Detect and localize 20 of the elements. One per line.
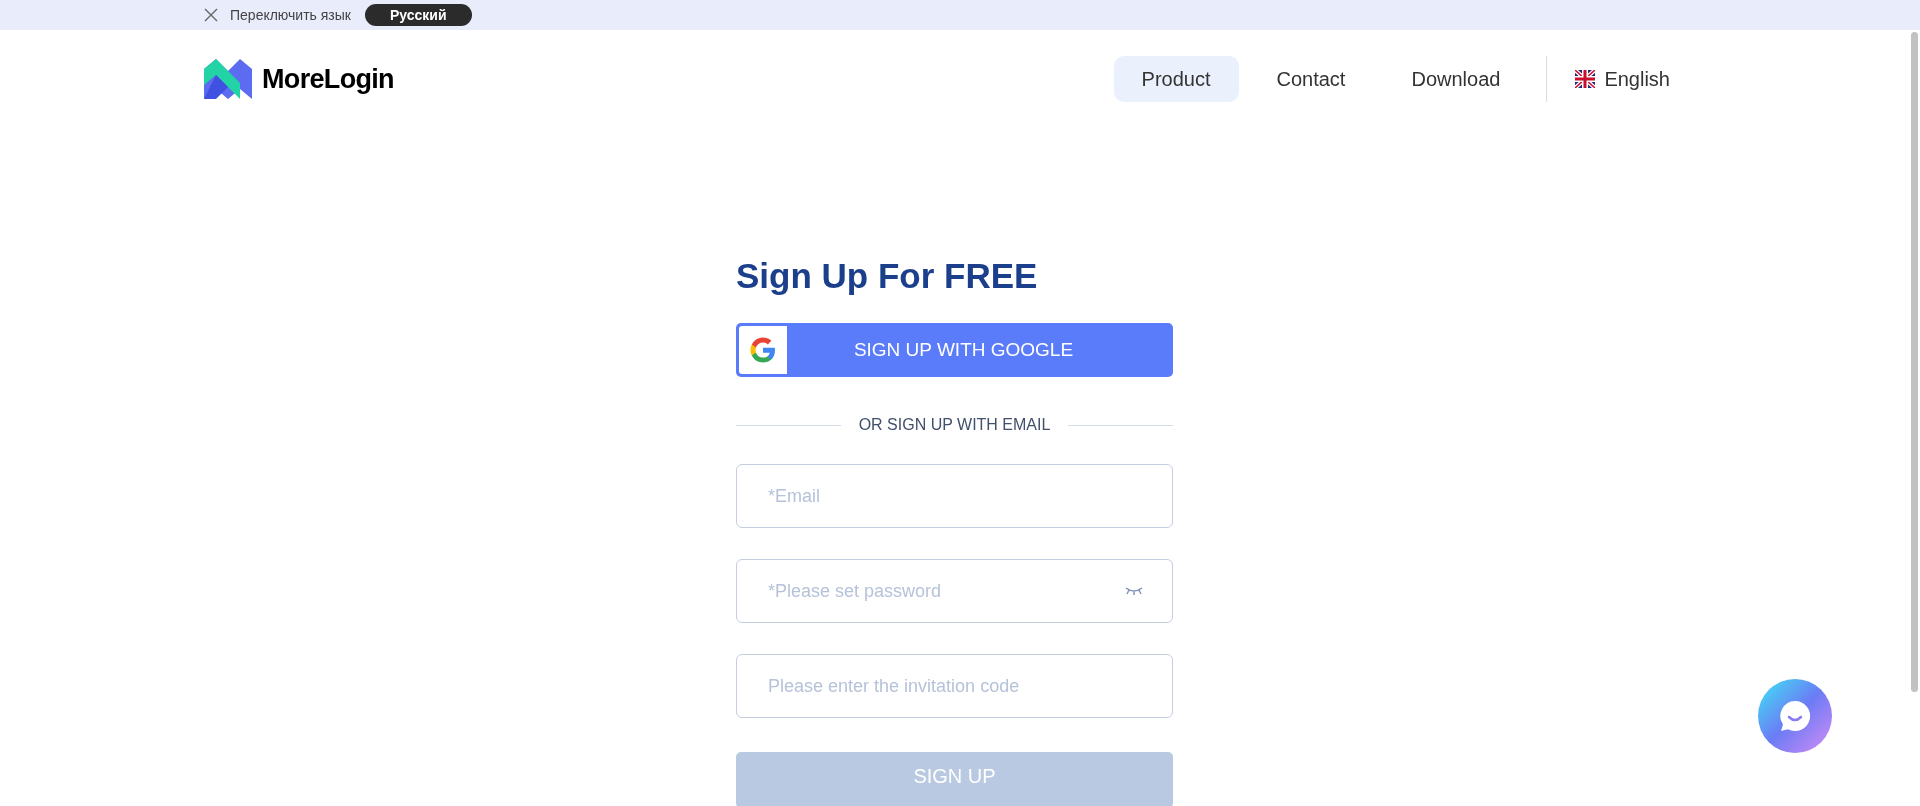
input-field[interactable]: Please enter the invitation code (736, 654, 1173, 718)
page-title: Sign Up For FREE (736, 258, 1039, 293)
language-prompt: Переключить язык (230, 5, 351, 25)
language-button[interactable]: Русский (364, 4, 472, 26)
eye-closed-icon[interactable] (1125, 586, 1143, 596)
divider-label: OR SIGN UP WITH EMAIL (858, 415, 1051, 435)
google-icon (748, 335, 778, 365)
logo-icon (204, 59, 252, 99)
nav-link[interactable]: Product (1113, 56, 1239, 102)
flag-icon (1575, 70, 1596, 88)
scrollbar-thumb[interactable] (1911, 32, 1918, 692)
password-field[interactable]: *Please set password (736, 559, 1173, 623)
input-field[interactable]: *Email (736, 464, 1173, 528)
chat-icon (1777, 698, 1813, 734)
google-signup-button[interactable]: SIGN UP WITH GOOGLE (736, 323, 1173, 377)
language-selector[interactable]: English (1604, 64, 1670, 94)
nav-link[interactable]: Download (1383, 56, 1529, 102)
nav-link[interactable]: Contact (1248, 56, 1374, 102)
close-icon[interactable] (204, 8, 218, 22)
logo-text[interactable]: MoreLogin (262, 58, 394, 100)
